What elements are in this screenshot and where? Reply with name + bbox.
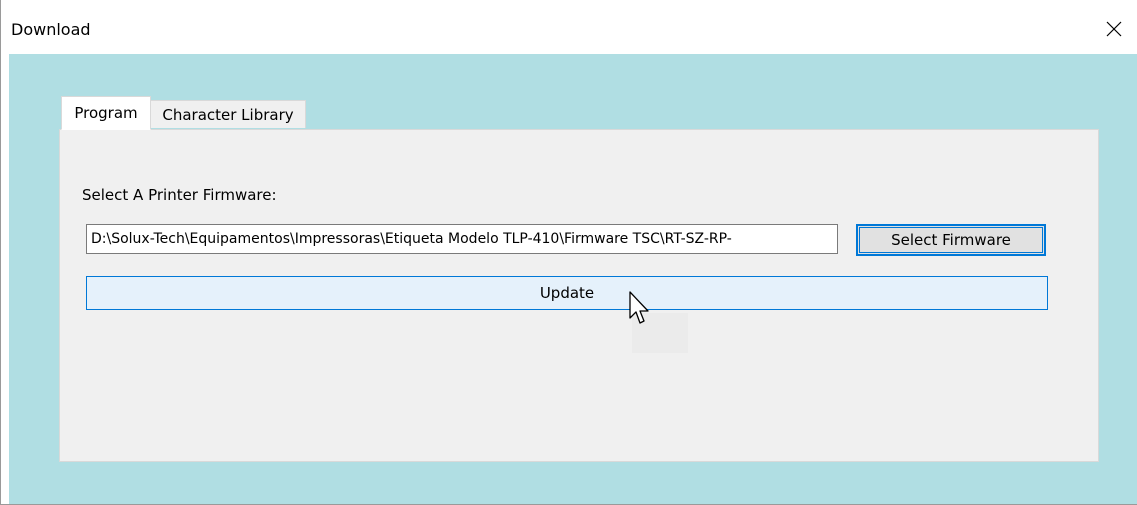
update-button[interactable]: Update (86, 276, 1048, 310)
tab-character-library-label: Character Library (162, 105, 294, 124)
close-button[interactable] (1091, 8, 1137, 54)
tab-program[interactable]: Program (61, 96, 151, 130)
dialog-client-area: Program Character Library Select A Print… (9, 54, 1137, 504)
close-icon (1106, 21, 1122, 41)
select-firmware-button[interactable]: Select Firmware (856, 224, 1046, 256)
window-title: Download (11, 20, 91, 39)
cursor-hover-shadow (632, 313, 688, 353)
tab-strip: Program Character Library (59, 94, 1099, 130)
title-bar[interactable]: Download (1, 0, 1137, 54)
firmware-label: Select A Printer Firmware: (82, 186, 277, 204)
download-dialog: Download Program Character Library Selec… (0, 0, 1137, 505)
update-button-label: Update (539, 284, 595, 302)
program-tab-page: Select A Printer Firmware: Select Firmwa… (59, 129, 1099, 462)
tab-program-label: Program (74, 104, 138, 122)
select-firmware-label: Select Firmware (891, 231, 1011, 249)
firmware-path-input[interactable] (86, 224, 838, 254)
tab-character-library[interactable]: Character Library (150, 100, 306, 128)
tab-control: Program Character Library Select A Print… (59, 94, 1099, 462)
